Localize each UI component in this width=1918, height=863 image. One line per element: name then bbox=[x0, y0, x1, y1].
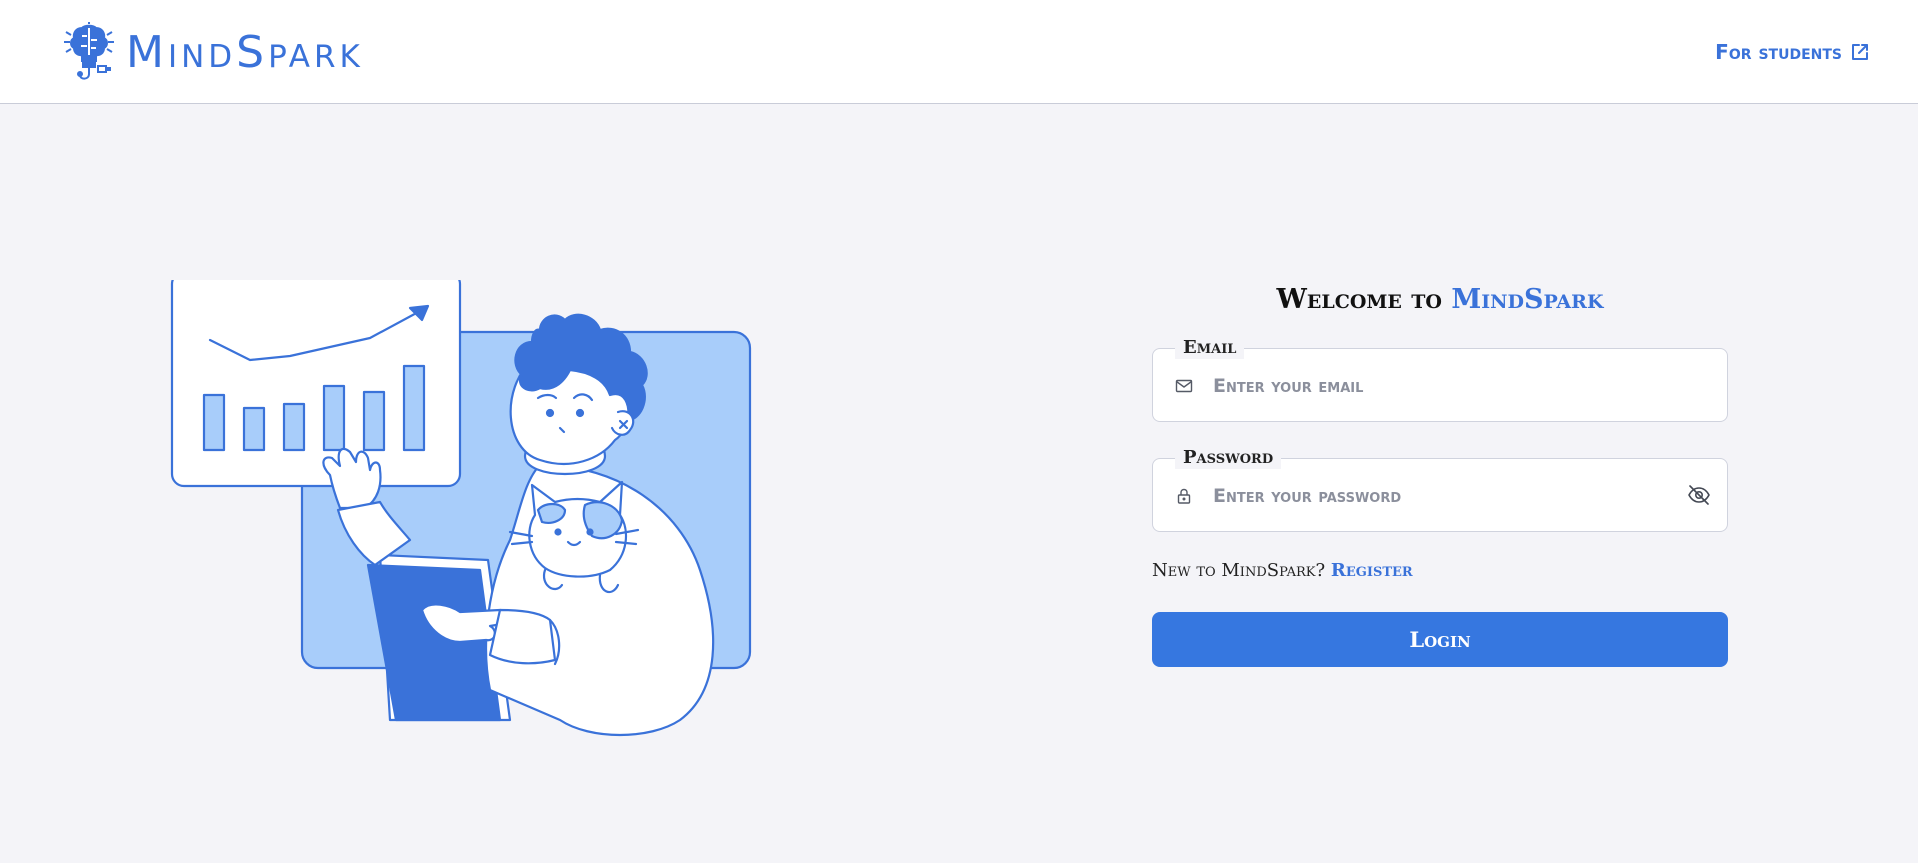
mail-icon bbox=[1175, 379, 1193, 393]
external-link-icon bbox=[1852, 44, 1868, 60]
for-students-link[interactable]: For students bbox=[1715, 40, 1870, 64]
eye-off-icon[interactable] bbox=[1687, 485, 1711, 505]
top-header: MindSpark For students bbox=[0, 0, 1918, 104]
password-field[interactable]: Password bbox=[1152, 447, 1728, 533]
welcome-brand: MindSpark bbox=[1451, 284, 1604, 315]
password-input[interactable] bbox=[1211, 459, 1655, 533]
email-field[interactable]: Email bbox=[1152, 337, 1728, 423]
welcome-heading: Welcome to MindSpark bbox=[1152, 280, 1728, 320]
brand-name: MindSpark bbox=[126, 27, 364, 78]
register-prompt: New to MindSpark? bbox=[1152, 560, 1326, 581]
for-students-label: For students bbox=[1715, 40, 1842, 64]
lock-icon bbox=[1177, 488, 1191, 504]
email-input[interactable] bbox=[1211, 349, 1655, 423]
register-prompt-line: New to MindSpark? Register bbox=[1152, 558, 1728, 584]
person-with-cat-illustration bbox=[170, 270, 752, 737]
register-link[interactable]: Register bbox=[1331, 560, 1413, 581]
brand-logo[interactable]: MindSpark bbox=[62, 22, 364, 84]
login-form: Welcome to MindSpark Email Password bbox=[1152, 280, 1728, 667]
login-button[interactable]: Login bbox=[1152, 612, 1728, 667]
hero-illustration bbox=[160, 270, 800, 740]
welcome-prefix: Welcome to bbox=[1276, 284, 1442, 315]
lightbulb-brain-icon bbox=[64, 22, 114, 80]
